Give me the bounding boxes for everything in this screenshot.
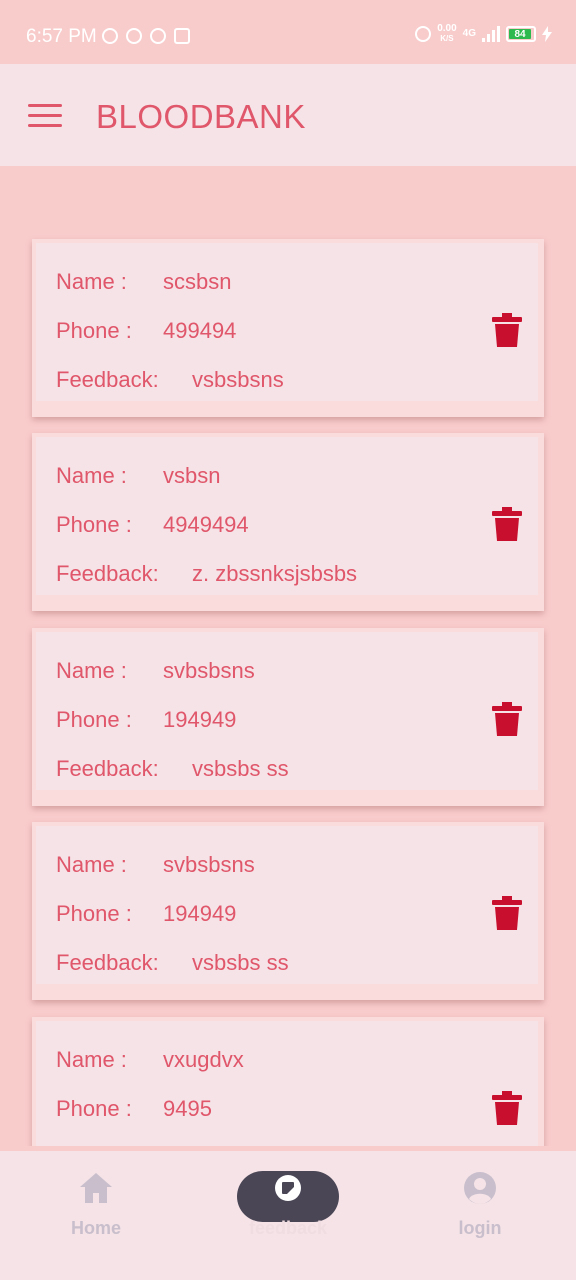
- feedback-card: Name : svbsbsns Phone : 194949 Feedback:…: [32, 628, 544, 806]
- feedback-value: vsbsbs ss: [192, 950, 289, 975]
- feedback-list[interactable]: Name : scsbsn Phone : 499494 Feedback: v…: [0, 166, 576, 1146]
- net-speed-unit: K/S: [440, 34, 454, 43]
- name-value: vxugdvx: [163, 1047, 244, 1072]
- feedback-label: Feedback:: [56, 756, 159, 781]
- bottom-nav: Home feedback login: [0, 1151, 576, 1280]
- nav-feedback[interactable]: feedback: [228, 1171, 348, 1239]
- phone-label: Phone :: [56, 512, 132, 537]
- phone-value: 499494: [163, 318, 237, 343]
- feedback-card-body: Name : svbsbsns Phone : 194949 Feedback:…: [36, 632, 538, 790]
- feedback-row: Feedback: vsbsbsns: [56, 367, 284, 393]
- trash-icon[interactable]: [492, 313, 522, 347]
- app-notification-icon: [150, 28, 166, 44]
- status-bar: 6:57 PM 0.00 K/S 4G 84: [0, 0, 576, 64]
- nav-home[interactable]: Home: [36, 1171, 156, 1239]
- feedback-label: Feedback:: [56, 367, 159, 392]
- feedback-card: Name : svbsbsns Phone : 194949 Feedback:…: [32, 822, 544, 1000]
- trash-icon[interactable]: [492, 507, 522, 541]
- feedback-icon: [275, 1175, 301, 1201]
- status-time: 6:57 PM: [26, 26, 97, 47]
- phone-value: 194949: [163, 707, 237, 732]
- phone-label: Phone :: [56, 318, 132, 343]
- name-row: Name : scsbsn: [56, 269, 231, 295]
- phone-row: Phone : 4949494: [56, 512, 249, 538]
- phone-label: Phone :: [56, 707, 132, 732]
- nav-login[interactable]: login: [420, 1171, 540, 1239]
- feedback-card: Name : vsbsn Phone : 4949494 Feedback: z…: [32, 433, 544, 611]
- feedback-card-body: Name : vxugdvx Phone : 9495: [36, 1021, 538, 1146]
- name-row: Name : vsbsn: [56, 463, 220, 489]
- messenger-icon: [126, 28, 142, 44]
- trash-icon[interactable]: [492, 702, 522, 736]
- phone-value: 9495: [163, 1096, 212, 1121]
- feedback-value: vsbsbsns: [192, 367, 284, 392]
- feedback-card-body: Name : svbsbsns Phone : 194949 Feedback:…: [36, 826, 538, 984]
- charging-icon: [542, 26, 552, 42]
- signal-icon: [482, 26, 500, 42]
- feedback-label: Feedback:: [56, 561, 159, 586]
- phone-row: Phone : 9495: [56, 1096, 212, 1122]
- feedback-row: Feedback: vsbsbs ss: [56, 756, 289, 782]
- phone-row: Phone : 499494: [56, 318, 236, 344]
- trash-icon[interactable]: [492, 896, 522, 930]
- net-speed-value: 0.00: [437, 23, 457, 34]
- phone-value: 4949494: [163, 512, 249, 537]
- feedback-value: z. zbssnksjsbsbs: [192, 561, 358, 586]
- hotspot-icon: [415, 26, 432, 42]
- feedback-card: Name : scsbsn Phone : 499494 Feedback: v…: [32, 239, 544, 417]
- battery-level: 84: [509, 29, 531, 40]
- name-label: Name :: [56, 852, 127, 877]
- name-label: Name :: [56, 1047, 127, 1072]
- name-value: scsbsn: [163, 269, 232, 294]
- nav-feedback-label: feedback: [248, 1218, 328, 1238]
- network-type: 4G: [462, 28, 476, 39]
- feedback-label: Feedback:: [56, 950, 159, 975]
- feedback-card-body: Name : scsbsn Phone : 499494 Feedback: v…: [36, 243, 538, 401]
- phone-label: Phone :: [56, 901, 132, 926]
- feedback-card-body: Name : vsbsn Phone : 4949494 Feedback: z…: [36, 437, 538, 595]
- battery-icon: 84: [506, 26, 536, 42]
- phone-label: Phone :: [56, 1096, 132, 1121]
- page-title: BLOODBANK: [96, 98, 306, 135]
- home-icon: [80, 1173, 112, 1203]
- net-speed: 0.00 K/S: [437, 24, 456, 44]
- name-value: vsbsn: [163, 463, 221, 488]
- nav-home-label: Home: [70, 1218, 121, 1238]
- app-bar: BLOODBANK: [0, 64, 576, 166]
- phone-row: Phone : 194949: [56, 901, 236, 927]
- name-label: Name :: [56, 658, 127, 683]
- feedback-card: Name : vxugdvx Phone : 9495: [32, 1017, 544, 1146]
- nav-login-label: login: [458, 1218, 502, 1238]
- name-value: svbsbsns: [163, 658, 255, 683]
- name-row: Name : svbsbsns: [56, 658, 255, 684]
- book-icon: [174, 28, 190, 44]
- whatsapp-icon: [102, 28, 118, 44]
- name-label: Name :: [56, 463, 127, 488]
- name-value: svbsbsns: [163, 852, 255, 877]
- phone-row: Phone : 194949: [56, 707, 236, 733]
- feedback-row: Feedback: vsbsbs ss: [56, 950, 289, 976]
- name-row: Name : vxugdvx: [56, 1047, 244, 1073]
- account-icon: [464, 1172, 496, 1204]
- name-row: Name : svbsbsns: [56, 852, 255, 878]
- feedback-value: vsbsbs ss: [192, 756, 289, 781]
- menu-icon[interactable]: [28, 104, 62, 128]
- trash-icon[interactable]: [492, 1091, 522, 1125]
- notification-icons: [102, 28, 190, 44]
- phone-value: 194949: [163, 901, 237, 926]
- status-right: 0.00 K/S 4G 84: [415, 24, 552, 44]
- feedback-row: Feedback: z. zbssnksjsbsbs: [56, 561, 357, 587]
- name-label: Name :: [56, 269, 127, 294]
